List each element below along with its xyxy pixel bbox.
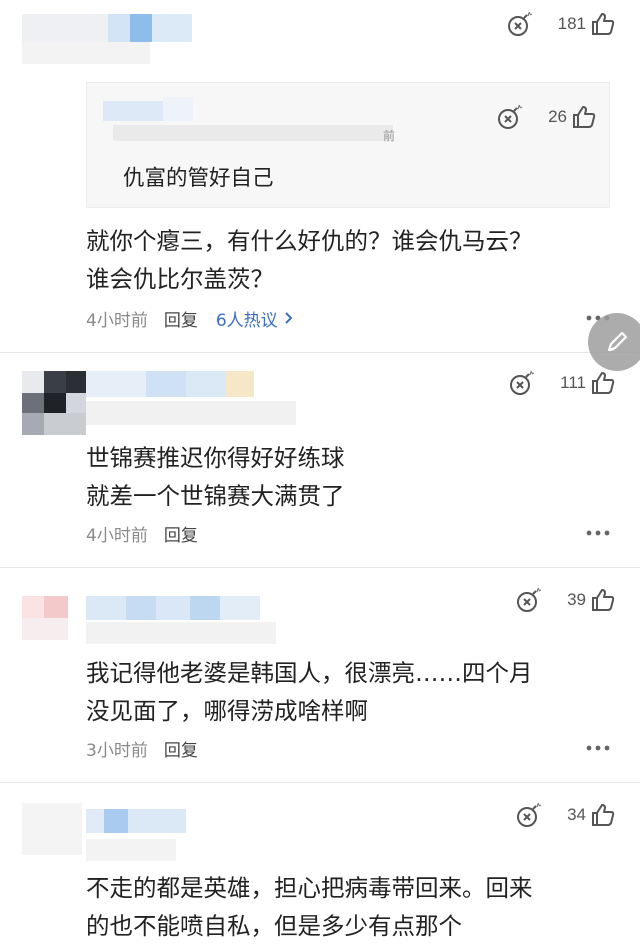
reply-button[interactable]: 回复 [164,521,198,546]
quoted-like-actions: 26 [496,101,597,133]
blurred-username [22,14,192,42]
timestamp: 4小时前 [86,525,148,546]
reply-button[interactable]: 回复 [164,306,198,331]
comment-meta: 3小时前 回复 [86,736,216,761]
comment-1: 181 前 26 仇富的管好自己 就你个瘪三，有什么好仇的？谁会仇马云？ 谁会仇… [0,0,640,352]
bomb-icon[interactable] [515,586,543,614]
reply-button[interactable]: 回复 [164,736,198,761]
comment-text: 就你个瘪三，有什么好仇的？谁会仇马云？ 谁会仇比尔盖茨？ [86,222,610,298]
more-icon[interactable] [586,529,610,537]
comment-text: 我记得他老婆是韩国人，很漂亮……四个月 没见面了，哪得涝成啥样啊 [86,654,610,730]
comment-meta: 4小时前 回复 6人热议 [86,306,293,331]
thumbs-up-icon[interactable] [590,587,616,613]
blurred-username [86,809,186,861]
comment-3: 39 我记得他老婆是韩国人，很漂亮……四个月 没见面了，哪得涝成啥样啊 3小时前… [0,568,640,782]
like-count: 181 [557,14,586,33]
thumbs-up-icon[interactable] [590,370,616,396]
comment-2: 111 世锦赛推迟你得好好练球 就差一个世锦赛大满贯了 4小时前 回复 [0,353,640,567]
comment-line: 就你个瘪三，有什么好仇的？谁会仇马云？ [86,227,533,255]
like-count: 39 [567,590,586,609]
comment-line: 我记得他老婆是韩国人，很漂亮……四个月 [86,659,533,687]
blurred-avatar [22,803,82,855]
comment-4: 34 不走的都是英雄，担心把病毒带回来。回来 的也不能喷自私，但是多少有点那个 [0,783,640,948]
bomb-icon[interactable] [496,103,524,131]
comment-text: 世锦赛推迟你得好好练球 就差一个世锦赛大满贯了 [86,439,610,515]
thumbs-up-icon[interactable] [590,802,616,828]
blurred-username [86,596,276,644]
like-actions: 39 [515,584,616,616]
like-actions: 111 [508,367,616,399]
chevron-right-icon [284,312,293,324]
blurred-avatar [22,596,68,640]
comment-line: 就差一个世锦赛大满贯了 [86,482,345,510]
thumbs-up-icon[interactable] [571,104,597,130]
like-count: 111 [560,373,586,392]
blurred-avatar [22,371,86,435]
comment-meta: 4小时前 回复 [86,521,216,546]
quoted-name-fragment: 前 [383,129,396,143]
blurred-avatar [22,42,150,64]
like-actions: 181 [506,8,616,40]
comment-line: 没见面了，哪得涝成啥样啊 [86,697,368,725]
comment-text: 不走的都是英雄，担心把病毒带回来。回来 的也不能喷自私，但是多少有点那个 [86,869,610,945]
comment-line: 世锦赛推迟你得好好练球 [86,444,345,472]
comment-line: 的也不能喷自私，但是多少有点那个 [86,912,462,940]
like-actions: 34 [515,799,616,831]
bomb-icon[interactable] [508,369,536,397]
pencil-icon [607,331,628,352]
comment-line: 不走的都是英雄，担心把病毒带回来。回来 [86,874,533,902]
blurred-quoted-username [103,97,393,145]
comment-line: 谁会仇比尔盖茨？ [86,265,274,293]
thumbs-up-icon[interactable] [590,11,616,37]
bomb-icon[interactable] [506,10,534,38]
hot-discussion-link[interactable]: 6人热议 [216,306,293,331]
timestamp: 4小时前 [86,310,148,331]
bomb-icon[interactable] [515,801,543,829]
blurred-username [86,371,296,425]
more-icon[interactable] [586,744,610,752]
hot-discussion-label: 6人热议 [215,310,278,331]
quoted-like-count: 26 [548,107,567,126]
quoted-comment[interactable]: 前 26 仇富的管好自己 [86,82,610,208]
like-count: 34 [567,805,586,824]
quoted-text: 仇富的管好自己 [123,166,274,191]
timestamp: 3小时前 [86,740,148,761]
